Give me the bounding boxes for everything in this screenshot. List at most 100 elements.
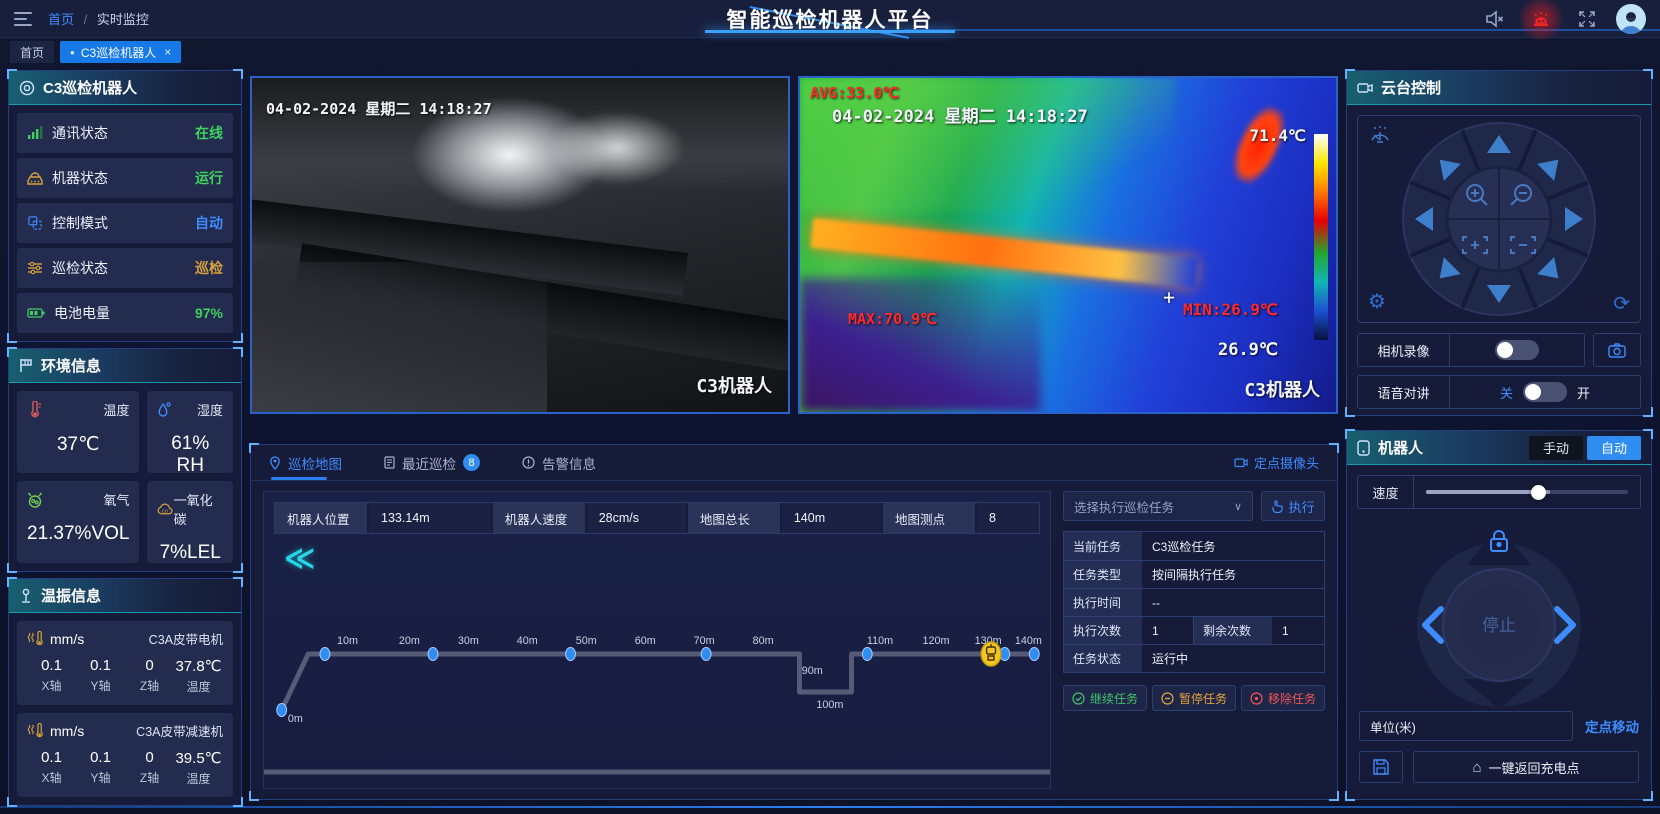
- refresh-icon[interactable]: ⟳: [1613, 291, 1630, 316]
- track-distance-label: 80m: [753, 635, 774, 647]
- map-pin-icon: [269, 456, 281, 470]
- camera-record-row: 相机录像: [1357, 333, 1585, 367]
- track-distance-label: 90m: [802, 665, 823, 677]
- track-distance-label: 120m: [923, 635, 950, 647]
- robot-position-value: 133.14m: [369, 503, 491, 533]
- breadcrumb-current: 实时监控: [97, 12, 149, 27]
- tab-alarm-info[interactable]: 告警信息: [522, 445, 596, 480]
- signal-icon: [27, 126, 43, 140]
- tab-close-icon[interactable]: ×: [164, 45, 171, 59]
- camera-label: C3机器人: [1244, 376, 1320, 402]
- pause-task-button[interactable]: 暂停任务: [1152, 685, 1236, 711]
- resume-task-button[interactable]: 继续任务: [1063, 685, 1147, 711]
- point-move-button[interactable]: 定点移动: [1585, 716, 1639, 736]
- stat-value: 自动: [195, 213, 223, 233]
- stat-comm: 通讯状态 在线: [17, 113, 233, 153]
- thermometer-icon: [27, 401, 42, 418]
- view-tab-home[interactable]: 首页: [10, 41, 54, 63]
- ptz-pad-box: ⚙ ⟳: [1357, 115, 1641, 323]
- app-root: 首页 / 实时监控 智能巡检机器人平台 首页 ● C3巡检机器人: [0, 0, 1660, 814]
- fixed-camera-link[interactable]: 定点摄像头: [1234, 453, 1319, 472]
- task-select[interactable]: 选择执行巡检任务 ∨: [1063, 491, 1253, 521]
- patrol-map[interactable]: 机器人位置 133.14m 机器人速度 28cm/s 地图总长 140m 地图测…: [263, 491, 1051, 789]
- stop-button[interactable]: 停止: [1459, 585, 1539, 665]
- unit-field[interactable]: 单位(米): [1359, 711, 1573, 741]
- panel-title: C3巡检机器人: [43, 77, 137, 98]
- thermal-camera-feed[interactable]: AVG:33.0℃ 04-02-2024 星期二 14:18:27 71.4℃ …: [798, 76, 1338, 414]
- flag-icon: [19, 358, 33, 373]
- wiper-icon[interactable]: [1368, 124, 1392, 149]
- map-info-row: 机器人位置 133.14m 机器人速度 28cm/s 地图总长 140m 地图测…: [274, 502, 1040, 534]
- camera-link-icon: [1234, 457, 1248, 468]
- device-name: C3A皮带电机: [149, 629, 223, 648]
- alarm-icon[interactable]: [1524, 2, 1558, 36]
- intercom-toggle[interactable]: [1523, 382, 1567, 402]
- drive-pad[interactable]: 停止: [1379, 513, 1619, 709]
- task-status-value: 运行中: [1142, 645, 1324, 672]
- co-cloud-icon: co: [157, 502, 173, 517]
- menu-collapse-icon[interactable]: [14, 12, 32, 26]
- info-icon: [522, 456, 535, 469]
- stat-mode: 控制模式 自动: [17, 203, 233, 243]
- env-value: 21.37%VOL: [27, 523, 129, 545]
- gear-icon[interactable]: ⚙: [1368, 289, 1386, 314]
- execute-button[interactable]: 执行: [1261, 491, 1325, 521]
- exec-count-value: 1: [1142, 617, 1194, 644]
- task-area: 选择执行巡检任务 ∨ 执行 当前任务C3巡检任务 任务类型按间隔执行任务 执: [1063, 491, 1325, 789]
- speed-slider[interactable]: [1414, 476, 1640, 508]
- track-point: [428, 648, 438, 661]
- view-tab-robot[interactable]: ● C3巡检机器人 ×: [60, 41, 181, 63]
- track-distance-label: 0m: [288, 713, 303, 725]
- pause-circle-icon: [1161, 692, 1174, 705]
- env-card-humidity: 湿度 61% RH: [147, 391, 233, 473]
- track-distance-label: 140m: [1015, 635, 1042, 647]
- remain-count-value: 1: [1272, 617, 1324, 644]
- auto-mode-button[interactable]: 自动: [1587, 436, 1641, 460]
- vib-card-reducer: mm/s C3A皮带减速机 0.1X轴 0.1Y轴 0Z轴 39.5℃温度: [17, 713, 233, 797]
- env-card-temperature: 温度 37℃: [17, 391, 139, 473]
- current-task-value: C3巡检任务: [1142, 532, 1324, 560]
- fullscreen-icon[interactable]: [1576, 8, 1598, 30]
- robot-control-panel: 机器人 手动 自动 速度: [1346, 430, 1652, 800]
- record-toggle[interactable]: [1495, 340, 1539, 360]
- track-distance-label: 30m: [458, 635, 479, 647]
- crosshair-icon: +: [1163, 285, 1175, 309]
- mute-icon[interactable]: [1484, 8, 1506, 30]
- avatar[interactable]: [1616, 4, 1646, 34]
- chevron-down-icon: ∨: [1234, 500, 1242, 513]
- thermal-avg: AVG:33.0℃: [810, 84, 899, 102]
- header: 首页 / 实时监控 智能巡检机器人平台: [0, 0, 1660, 38]
- breadcrumb-home[interactable]: 首页: [48, 12, 74, 27]
- robot-status-panel: C3巡检机器人 通讯状态 在线 机器状态 运行 控制模式: [8, 70, 242, 342]
- tab-recent-patrols[interactable]: 最近巡检 8: [384, 445, 480, 480]
- vib-card-motor: mm/s C3A皮带电机 0.1X轴 0.1Y轴 0Z轴 37.8℃温度: [17, 621, 233, 705]
- track-point: [1029, 648, 1039, 661]
- visible-camera-feed[interactable]: 04-02-2024 星期二 14:18:27 C3机器人: [250, 76, 790, 414]
- snapshot-button[interactable]: [1593, 333, 1641, 367]
- tab-patrol-map[interactable]: 巡检地图: [269, 445, 342, 480]
- return-charge-button[interactable]: ⌂ 一键返回充电点: [1413, 751, 1639, 783]
- manual-mode-button[interactable]: 手动: [1529, 436, 1583, 460]
- snapshot-camera-icon: [1608, 343, 1626, 358]
- floppy-icon: [1373, 759, 1389, 775]
- ptz-pad[interactable]: [1399, 119, 1599, 319]
- env-card-co: co 一氧化碳 7%LEL: [147, 481, 233, 563]
- video-camera-icon: [1357, 82, 1373, 94]
- track-point: [320, 648, 330, 661]
- stat-battery: 电池电量 97%: [17, 293, 233, 333]
- environment-panel: 环境信息 温度 37℃ 湿度: [8, 348, 242, 572]
- slider-knob[interactable]: [1531, 485, 1546, 500]
- env-value: 37℃: [27, 433, 129, 456]
- svg-text:停止: 停止: [1482, 616, 1516, 635]
- robot-device-icon: [1357, 440, 1370, 456]
- stat-value: 97%: [195, 305, 223, 321]
- view-tab-bar: 首页 ● C3巡检机器人 ×: [0, 38, 1660, 66]
- remove-task-button[interactable]: 移除任务: [1241, 685, 1325, 711]
- track-point: [701, 648, 711, 661]
- intercom-row: 语音对讲 关 开: [1357, 375, 1641, 409]
- save-button[interactable]: [1359, 751, 1403, 783]
- exec-time-value: --: [1142, 589, 1324, 616]
- stat-value: 运行: [195, 168, 223, 188]
- thermal-max: MAX:70.9℃: [848, 310, 937, 328]
- env-value: 61% RH: [157, 433, 223, 477]
